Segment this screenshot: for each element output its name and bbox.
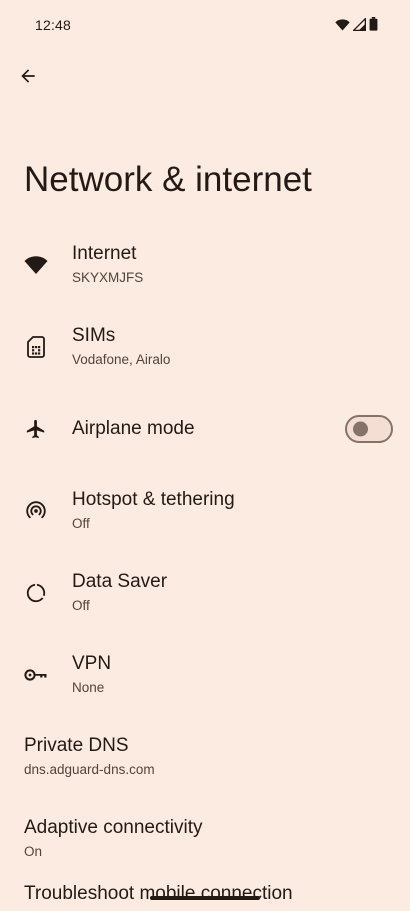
setting-title: Internet [72, 243, 137, 264]
hotspot-icon [23, 498, 49, 524]
sims-text: SIMs Vodafone, Airalo [72, 324, 170, 370]
sim-card-icon [23, 334, 49, 360]
wifi-icon [335, 18, 350, 36]
setting-subtitle: Vodafone, Airalo [72, 352, 171, 367]
airplane-mode-setting[interactable]: Airplane mode [0, 388, 410, 470]
setting-title: Private DNS [24, 735, 129, 756]
setting-subtitle: dns.adguard-dns.com [24, 762, 155, 777]
vpn-key-icon [23, 662, 49, 688]
hotspot-tethering-text: Hotspot & tethering Off [72, 488, 235, 534]
adaptive-connectivity-setting[interactable]: Adaptive connectivity On [0, 798, 410, 880]
data-saver-icon [23, 580, 49, 606]
troubleshoot-mobile-connection-setting[interactable]: Troubleshoot mobile connection [0, 880, 410, 910]
airplane-mode-toggle[interactable] [345, 415, 393, 443]
battery-icon [369, 17, 378, 36]
setting-title: Data Saver [72, 571, 168, 592]
vpn-setting[interactable]: VPN None [0, 634, 410, 716]
setting-title: Hotspot & tethering [72, 489, 235, 510]
setting-title: Troubleshoot mobile connection [24, 883, 293, 904]
setting-subtitle: Off [72, 598, 90, 613]
setting-title: Adaptive connectivity [24, 817, 203, 838]
arrow-back-icon [18, 66, 38, 91]
status-time: 12:48 [35, 17, 72, 33]
setting-subtitle: Off [72, 516, 90, 531]
signal-icon [352, 16, 366, 36]
vpn-text: VPN None [72, 652, 111, 698]
setting-subtitle: SKYXMJFS [72, 270, 144, 285]
setting-title: VPN [72, 653, 112, 674]
setting-title: SIMs [72, 325, 116, 346]
internet-setting[interactable]: Internet SKYXMJFS [0, 224, 410, 306]
private-dns-text: Private DNS dns.adguard-dns.com [24, 734, 155, 780]
setting-title: Airplane mode [72, 418, 195, 439]
setting-subtitle: On [24, 844, 43, 859]
private-dns-setting[interactable]: Private DNS dns.adguard-dns.com [0, 716, 410, 798]
back-button[interactable] [12, 62, 44, 94]
adaptive-connectivity-text: Adaptive connectivity On [24, 816, 203, 862]
airplane-icon [23, 416, 49, 442]
toggle-thumb [353, 421, 368, 437]
airplane-mode-text: Airplane mode [72, 417, 195, 441]
status-icons [335, 16, 378, 36]
data-saver-setting[interactable]: Data Saver Off [0, 552, 410, 634]
gesture-nav-bar[interactable] [150, 896, 260, 900]
internet-text: Internet SKYXMJFS [72, 242, 143, 288]
setting-subtitle: None [72, 680, 105, 695]
status-bar: 12:48 [0, 0, 410, 50]
hotspot-tethering-setting[interactable]: Hotspot & tethering Off [0, 470, 410, 552]
wifi-icon [23, 252, 49, 278]
sims-setting[interactable]: SIMs Vodafone, Airalo [0, 306, 410, 388]
page-title: Network & internet [24, 160, 312, 199]
data-saver-text: Data Saver Off [72, 570, 167, 616]
troubleshoot-text: Troubleshoot mobile connection [24, 882, 293, 906]
